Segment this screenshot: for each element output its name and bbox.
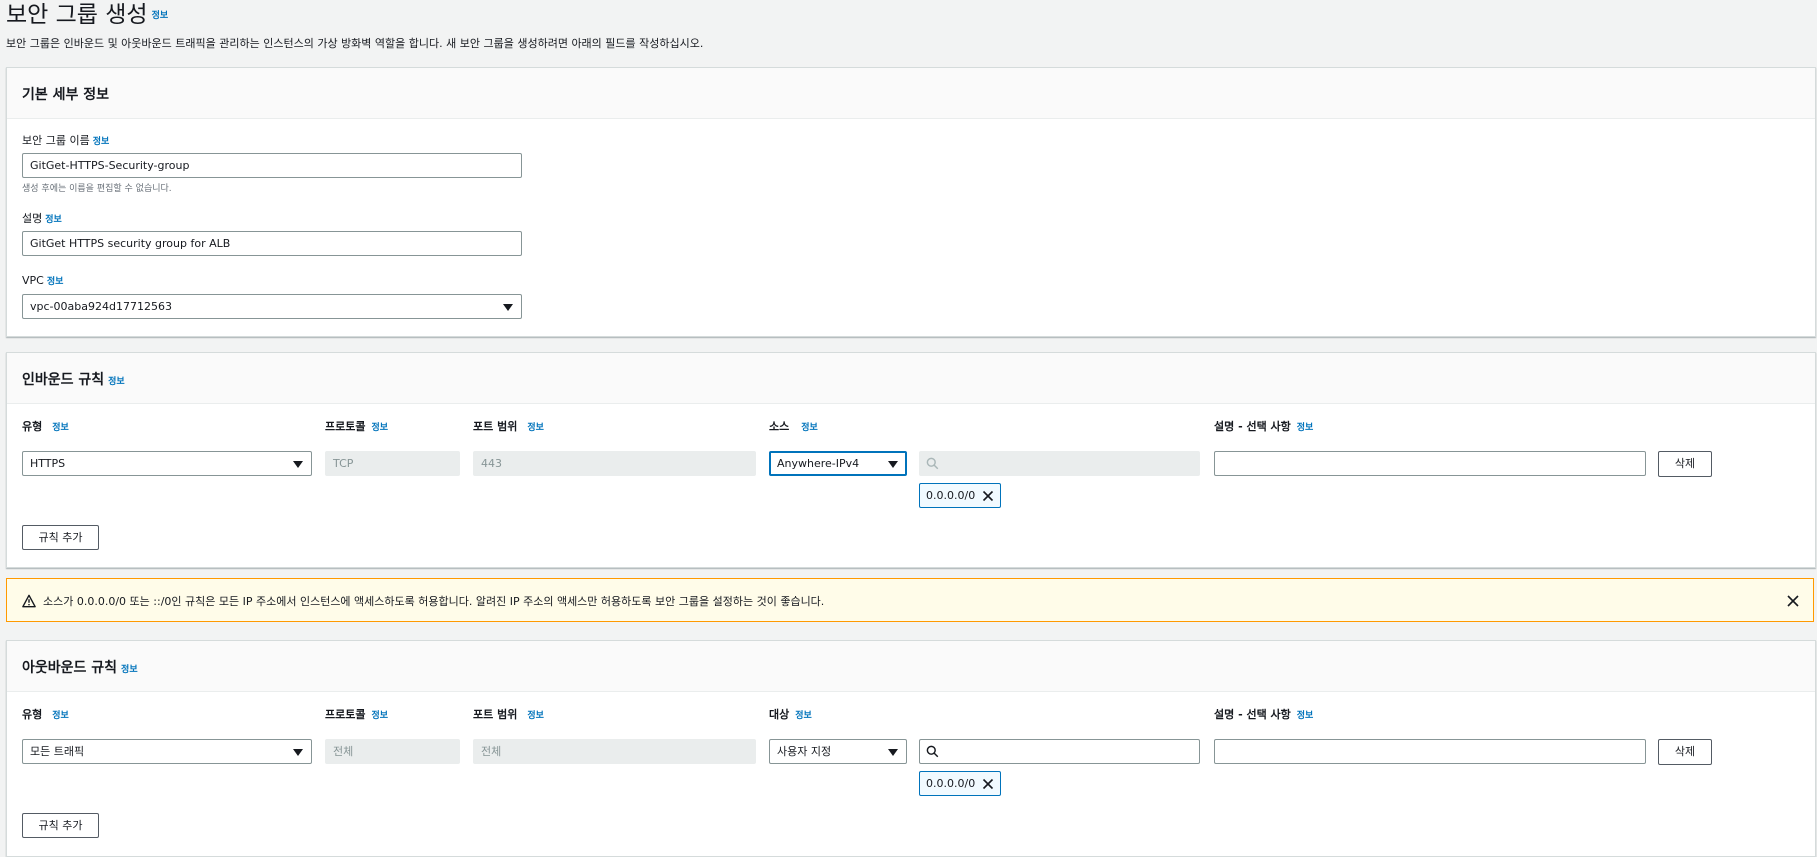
label-text: 설명 <box>22 212 43 225</box>
page-title: 보안 그룹 생성 정보 <box>6 0 168 31</box>
caret-down-icon <box>888 461 898 468</box>
outbound-description-input[interactable] <box>1214 739 1646 764</box>
label-text: 보안 그룹 이름 <box>22 134 90 147</box>
label-text: 포트 범위 <box>473 420 518 433</box>
outbound-cidr-token: 0.0.0.0/0 <box>919 771 1001 796</box>
inbound-cidr-search-input[interactable] <box>919 451 1200 476</box>
inbound-rules-panel: 인바운드 규칙 정보 유형 정보 프로토콜 정보 포트 범위 정보 소스 정보 설명 - … <box>6 352 1816 568</box>
caret-down-icon <box>888 749 898 756</box>
column-destination: 대상 정보 <box>769 706 812 722</box>
caret-down-icon <box>293 749 303 756</box>
panel-title: 아웃바운드 규칙 정보 <box>22 657 138 677</box>
panel-title: 인바운드 규칙 정보 <box>22 369 125 389</box>
panel-title-text: 아웃바운드 규칙 <box>22 660 118 676</box>
column-description: 설명 - 선택 사항 정보 <box>1214 418 1313 434</box>
select-value: HTTPS <box>30 457 66 470</box>
search-icon <box>926 457 939 470</box>
info-link[interactable]: 정보 <box>801 423 818 433</box>
inbound-add-rule-button[interactable]: 규칙 추가 <box>22 525 99 550</box>
info-link[interactable]: 정보 <box>52 711 69 721</box>
open-access-warning: 소스가 0.0.0.0/0 또는 ::/0인 규칙은 모든 IP 주소에서 인스… <box>6 578 1814 622</box>
column-protocol: 프로토콜 정보 <box>325 418 388 434</box>
panel-header: 인바운드 규칙 정보 <box>7 353 1815 404</box>
info-link[interactable]: 정보 <box>152 11 169 21</box>
close-icon[interactable] <box>1787 595 1799 607</box>
label-text: 포트 범위 <box>473 708 518 721</box>
column-source: 소스 정보 <box>769 418 818 434</box>
panel-title: 기본 세부 정보 <box>22 87 110 103</box>
label-text: 유형 <box>22 420 43 433</box>
inbound-delete-button[interactable]: 삭제 <box>1658 451 1712 477</box>
page-title-text: 보안 그룹 생성 <box>6 2 148 28</box>
page-description: 보안 그룹은 인바운드 및 아웃바운드 트래픽을 관리하는 인스턴스의 가상 방… <box>6 37 704 50</box>
info-link[interactable]: 정보 <box>527 711 544 721</box>
info-link[interactable]: 정보 <box>121 665 138 675</box>
outbound-destination-select[interactable]: 사용자 지정 <box>769 739 907 764</box>
search-icon <box>926 745 939 758</box>
outbound-port-range-field: 전체 <box>473 739 756 764</box>
info-link[interactable]: 정보 <box>371 423 388 433</box>
outbound-protocol-field: 전체 <box>325 739 460 764</box>
panel-header: 아웃바운드 규칙 정보 <box>7 641 1815 692</box>
outbound-type-select[interactable]: 모든 트래픽 <box>22 739 312 764</box>
label-text: VPC <box>22 274 44 287</box>
warning-icon <box>22 594 36 608</box>
column-port-range: 포트 범위 정보 <box>473 706 544 722</box>
security-group-name-input[interactable]: GitGet-HTTPS-Security-group <box>22 153 522 178</box>
inbound-source-select[interactable]: Anywhere-IPv4 <box>769 451 907 476</box>
label-text: 유형 <box>22 708 43 721</box>
label-text: 프로토콜 <box>325 708 366 721</box>
inbound-protocol-field: TCP <box>325 451 460 476</box>
info-link[interactable]: 정보 <box>108 377 125 387</box>
label-text: 소스 <box>769 420 790 433</box>
caret-down-icon <box>293 461 303 468</box>
column-port-range: 포트 범위 정보 <box>473 418 544 434</box>
info-link[interactable]: 정보 <box>52 423 69 433</box>
inbound-type-select[interactable]: HTTPS <box>22 451 312 476</box>
select-value: 사용자 지정 <box>777 745 832 758</box>
description-label: 설명 정보 <box>22 210 62 226</box>
vpc-select[interactable]: vpc-00aba924d17712563 <box>22 294 522 319</box>
description-input[interactable]: GitGet HTTPS security group for ALB <box>22 231 522 256</box>
remove-token-icon[interactable] <box>982 778 994 790</box>
vpc-select-value: vpc-00aba924d17712563 <box>30 300 172 313</box>
outbound-add-rule-button[interactable]: 규칙 추가 <box>22 813 99 838</box>
column-type: 유형 정보 <box>22 418 69 434</box>
outbound-delete-button[interactable]: 삭제 <box>1658 739 1712 765</box>
label-text: 프로토콜 <box>325 420 366 433</box>
basic-details-panel: 기본 세부 정보 보안 그룹 이름 정보 GitGet-HTTPS-Securit… <box>6 67 1816 337</box>
select-value: Anywhere-IPv4 <box>777 457 860 470</box>
token-text: 0.0.0.0/0 <box>926 489 976 502</box>
panel-title-text: 인바운드 규칙 <box>22 372 105 388</box>
inbound-description-input[interactable] <box>1214 451 1646 476</box>
info-link[interactable]: 정보 <box>371 711 388 721</box>
outbound-cidr-search-input[interactable] <box>919 739 1200 764</box>
name-hint: 생성 후에는 이름을 편집할 수 없습니다. <box>22 184 172 194</box>
column-type: 유형 정보 <box>22 706 69 722</box>
info-link[interactable]: 정보 <box>1297 711 1314 721</box>
column-description: 설명 - 선택 사항 정보 <box>1214 706 1313 722</box>
label-text: 설명 - 선택 사항 <box>1214 420 1291 433</box>
inbound-cidr-token: 0.0.0.0/0 <box>919 483 1001 508</box>
info-link[interactable]: 정보 <box>93 137 110 147</box>
token-text: 0.0.0.0/0 <box>926 777 976 790</box>
caret-down-icon <box>503 304 513 311</box>
info-link[interactable]: 정보 <box>45 215 62 225</box>
info-link[interactable]: 정보 <box>795 711 812 721</box>
warning-text: 소스가 0.0.0.0/0 또는 ::/0인 규칙은 모든 IP 주소에서 인스… <box>43 595 825 608</box>
panel-header: 기본 세부 정보 <box>7 68 1815 119</box>
label-text: 설명 - 선택 사항 <box>1214 708 1291 721</box>
select-value: 모든 트래픽 <box>30 745 85 758</box>
remove-token-icon[interactable] <box>982 490 994 502</box>
info-link[interactable]: 정보 <box>1297 423 1314 433</box>
column-protocol: 프로토콜 정보 <box>325 706 388 722</box>
info-link[interactable]: 정보 <box>527 423 544 433</box>
label-text: 대상 <box>769 708 790 721</box>
info-link[interactable]: 정보 <box>47 277 64 287</box>
vpc-label: VPC 정보 <box>22 274 63 287</box>
inbound-port-range-field: 443 <box>473 451 756 476</box>
outbound-rules-panel: 아웃바운드 규칙 정보 유형 정보 프로토콜 정보 포트 범위 정보 대상 정보 설명 -… <box>6 640 1816 857</box>
security-group-name-label: 보안 그룹 이름 정보 <box>22 132 109 148</box>
